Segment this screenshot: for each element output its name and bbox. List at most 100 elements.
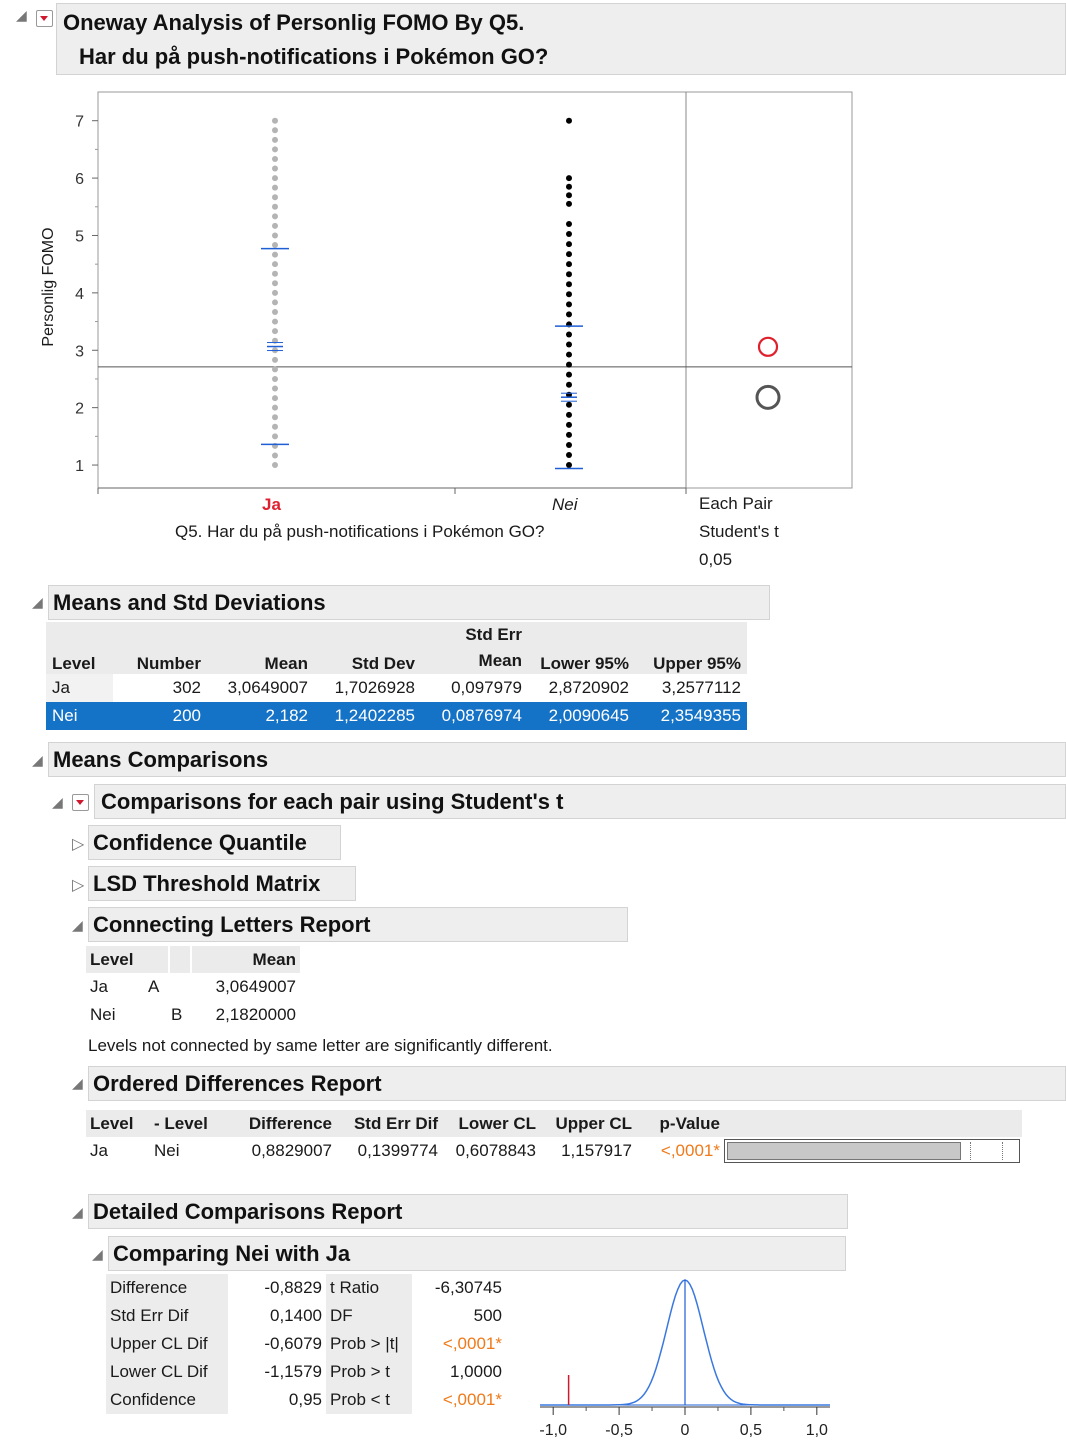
student-t-title: Comparisons for each pair using Student'… <box>101 789 564 814</box>
data-point <box>566 291 572 298</box>
cell <box>146 1001 169 1029</box>
ordered-differences-header[interactable]: Ordered Differences Report <box>88 1066 1066 1101</box>
table-row[interactable]: Ja 302 3,0649007 1,7026928 0,097979 2,87… <box>46 674 747 702</box>
data-point <box>566 281 572 288</box>
cell: B <box>171 1005 183 1024</box>
col-mean: Mean <box>207 622 314 674</box>
difference-bar <box>727 1142 961 1160</box>
collapse-triangle-icon[interactable]: ◢ <box>16 7 27 24</box>
stat-value: <,0001* <box>442 1334 502 1353</box>
data-point <box>272 251 278 258</box>
data-point <box>272 404 278 411</box>
cell: 0,0876974 <box>421 702 528 730</box>
x-tick-label: 1,0 <box>806 1422 828 1439</box>
means-comparisons-header[interactable]: Means Comparisons <box>48 742 1066 777</box>
col-letter-a <box>146 946 170 973</box>
confidence-quantile-header[interactable]: Confidence Quantile <box>88 825 341 860</box>
cell: 3,0649007 <box>227 678 308 697</box>
p-value-cell: <,0001* <box>660 1141 720 1160</box>
x-category-nei: Nei <box>552 495 578 514</box>
x-category-ja: Ja <box>262 495 281 514</box>
y-tick-label: 7 <box>75 114 84 131</box>
data-point <box>272 175 278 182</box>
x-tick-label: 0 <box>681 1422 690 1439</box>
data-point <box>272 299 278 306</box>
data-point <box>272 213 278 220</box>
cell: 0,6078843 <box>455 1141 536 1160</box>
collapse-triangle-icon[interactable]: ◢ <box>32 594 43 611</box>
data-point <box>272 136 278 143</box>
detailed-comparisons-title: Detailed Comparisons Report <box>93 1199 403 1224</box>
data-point <box>272 194 278 201</box>
expand-triangle-icon[interactable]: ▷ <box>72 834 84 854</box>
red-menu-icon[interactable] <box>72 794 89 811</box>
collapse-triangle-icon[interactable]: ◢ <box>72 1075 83 1092</box>
table-row[interactable]: Ja Nei 0,8829007 0,1399774 0,6078843 1,1… <box>86 1137 1022 1165</box>
cell: Nei <box>46 702 113 730</box>
data-point <box>566 331 572 338</box>
cell <box>169 973 191 1001</box>
cell: 0,097979 <box>451 678 522 697</box>
data-point <box>272 203 278 210</box>
t-distribution-plot: -1,0 -0,5 0 0,5 1,0 <box>539 1279 830 1439</box>
compare-label-1: Each Pair <box>699 494 773 513</box>
data-point <box>566 175 572 182</box>
table-row[interactable]: Ja A 3,0649007 <box>86 973 300 1001</box>
data-point <box>272 127 278 134</box>
compare-label-2: Student's t <box>699 522 779 541</box>
col-level: Level <box>86 1110 150 1137</box>
data-point <box>272 146 278 153</box>
red-menu-icon[interactable] <box>36 10 53 27</box>
means-std-title: Means and Std Deviations <box>53 590 326 615</box>
cell: 2,0090645 <box>528 702 635 730</box>
data-point <box>272 423 278 430</box>
table-row[interactable]: Nei B 2,1820000 <box>86 1001 300 1029</box>
cell: 302 <box>172 678 201 697</box>
cell: 1,2402285 <box>314 702 421 730</box>
means-comparisons-title: Means Comparisons <box>53 747 269 772</box>
collapse-triangle-icon[interactable]: ◢ <box>92 1246 103 1263</box>
lsd-threshold-header[interactable]: LSD Threshold Matrix <box>88 866 356 901</box>
stat-value: 500 <box>473 1306 502 1325</box>
cell: 2,182 <box>207 702 314 730</box>
data-point <box>272 184 278 191</box>
reference-line <box>970 1142 971 1160</box>
data-point <box>272 433 278 440</box>
data-point <box>272 232 278 239</box>
collapse-triangle-icon[interactable]: ◢ <box>52 794 63 811</box>
stat-label: Lower CL Dif <box>106 1358 228 1386</box>
data-point <box>566 251 572 258</box>
cell: 2,3549355 <box>635 702 747 730</box>
col-bar <box>724 1110 1022 1137</box>
collapse-triangle-icon[interactable]: ◢ <box>32 752 43 769</box>
cell: 200 <box>113 702 207 730</box>
data-point <box>272 385 278 392</box>
detailed-comparisons-header[interactable]: Detailed Comparisons Report <box>88 1194 848 1229</box>
data-point <box>272 155 278 162</box>
data-point <box>272 356 278 363</box>
cell: 0,8829007 <box>251 1141 332 1160</box>
student-t-header[interactable]: Comparisons for each pair using Student'… <box>94 784 1066 819</box>
table-row-selected[interactable]: Nei 200 2,182 1,2402285 0,0876974 2,0090… <box>46 702 747 730</box>
cell: 1,157917 <box>561 1141 632 1160</box>
cell: 0,1399774 <box>357 1141 438 1160</box>
data-point <box>566 311 572 318</box>
stat-value: 0,1400 <box>270 1306 322 1325</box>
data-point <box>566 341 572 348</box>
comparing-header[interactable]: Comparing Nei with Ja <box>108 1236 846 1271</box>
expand-triangle-icon[interactable]: ▷ <box>72 875 84 895</box>
connecting-letters-header[interactable]: Connecting Letters Report <box>88 907 628 942</box>
data-point <box>566 411 572 418</box>
confidence-quantile-title: Confidence Quantile <box>93 830 307 855</box>
data-point <box>272 328 278 335</box>
cell: Ja <box>90 1141 108 1160</box>
data-point <box>566 117 572 124</box>
cell: Nei <box>90 1005 116 1024</box>
collapse-triangle-icon[interactable]: ◢ <box>72 1204 83 1221</box>
data-point <box>566 452 572 458</box>
collapse-triangle-icon[interactable]: ◢ <box>72 917 83 934</box>
x-tick-label: -1,0 <box>539 1422 567 1439</box>
col-level: Level <box>86 946 146 973</box>
data-point <box>566 441 572 448</box>
means-std-header[interactable]: Means and Std Deviations <box>48 585 770 620</box>
